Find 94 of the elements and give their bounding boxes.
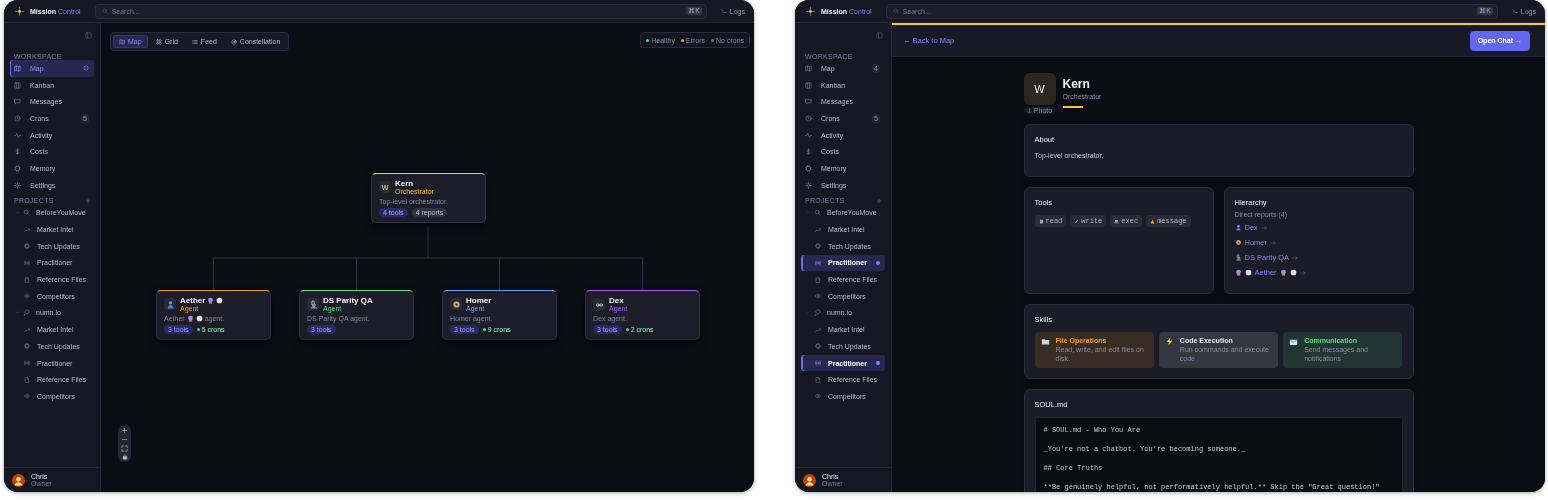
arrow-icon bbox=[1270, 239, 1276, 246]
triangle-icon bbox=[1150, 218, 1156, 224]
spinner-icon bbox=[83, 65, 89, 72]
search-icon bbox=[814, 209, 821, 217]
agent-name: DS Parity QA bbox=[323, 296, 373, 305]
broadcast-icon bbox=[24, 259, 30, 266]
dollar-icon bbox=[14, 148, 21, 156]
pencil-icon bbox=[1074, 218, 1080, 224]
eye-icon bbox=[815, 393, 821, 400]
activity-icon bbox=[805, 131, 812, 139]
trend-icon bbox=[24, 226, 30, 233]
chip-icon bbox=[815, 243, 821, 250]
map-icon bbox=[119, 38, 125, 45]
terminal-icon bbox=[1511, 8, 1518, 14]
chip-icon bbox=[14, 164, 21, 172]
lightning-icon bbox=[1164, 337, 1174, 346]
clock-icon bbox=[805, 114, 812, 122]
message-icon bbox=[14, 98, 21, 106]
avatar-initial: W bbox=[1023, 73, 1056, 105]
avatar-icon bbox=[12, 473, 25, 487]
file-icon bbox=[24, 376, 30, 383]
eye-icon bbox=[24, 393, 30, 400]
grid-icon bbox=[155, 38, 162, 45]
file-icon bbox=[815, 376, 821, 383]
list-icon bbox=[191, 38, 198, 45]
add-icon[interactable] bbox=[876, 197, 882, 204]
agent-name: Kern bbox=[395, 179, 415, 188]
logo-icon bbox=[15, 6, 24, 16]
arrow-icon bbox=[1292, 254, 1299, 261]
status-dot bbox=[876, 361, 880, 366]
chip-icon bbox=[24, 243, 30, 250]
kanban-icon bbox=[805, 81, 812, 89]
file-icon bbox=[24, 276, 30, 283]
sidebar-toggle-icon[interactable] bbox=[85, 31, 92, 39]
chip-icon bbox=[24, 343, 30, 350]
crystal-ball-icon bbox=[1279, 269, 1287, 276]
search-icon bbox=[892, 8, 899, 14]
lock-icon[interactable] bbox=[121, 454, 128, 460]
eye-icon bbox=[24, 293, 30, 300]
trend-icon bbox=[24, 326, 30, 333]
file-icon bbox=[815, 276, 821, 283]
compass-icon bbox=[216, 297, 224, 304]
chip-icon bbox=[805, 164, 812, 172]
gear-icon bbox=[14, 181, 21, 189]
crystal-ball-icon bbox=[1234, 269, 1242, 276]
crystal-ball-icon bbox=[207, 297, 215, 304]
status-dot bbox=[876, 260, 880, 265]
broadcast-icon bbox=[24, 360, 30, 367]
map-icon bbox=[14, 64, 21, 72]
accent-underline bbox=[1062, 106, 1083, 108]
person-icon bbox=[165, 299, 175, 309]
zoom-in-icon[interactable] bbox=[121, 427, 128, 434]
microscope-icon bbox=[1234, 254, 1242, 261]
compass-icon bbox=[195, 315, 203, 322]
note-icon bbox=[1038, 218, 1044, 224]
gear-icon bbox=[805, 181, 812, 189]
avatar-icon bbox=[803, 473, 816, 487]
compass-icon bbox=[1289, 269, 1297, 276]
arrow-icon bbox=[1299, 269, 1306, 276]
clock-icon bbox=[14, 114, 21, 122]
agent-name: Dex bbox=[609, 296, 624, 305]
trend-icon bbox=[815, 326, 821, 333]
upload-icon bbox=[1026, 108, 1032, 113]
broadcast-icon bbox=[815, 259, 821, 266]
target-icon bbox=[230, 38, 237, 45]
broadcast-icon bbox=[815, 360, 821, 367]
envelope-icon bbox=[1289, 337, 1299, 346]
logo-icon bbox=[806, 6, 815, 16]
zoom-out-icon[interactable] bbox=[121, 436, 128, 443]
sidebar-toggle-icon[interactable] bbox=[876, 31, 883, 39]
message-icon bbox=[805, 98, 812, 106]
agent-name: Aether bbox=[180, 296, 206, 305]
compass-icon bbox=[1244, 269, 1252, 276]
kanban-icon bbox=[14, 81, 21, 89]
chip-icon bbox=[815, 343, 821, 350]
map-icon bbox=[805, 64, 812, 72]
agent-name: Homer bbox=[466, 296, 492, 305]
search-icon bbox=[23, 209, 30, 217]
activity-icon bbox=[14, 131, 21, 139]
laptop-icon bbox=[1114, 218, 1120, 224]
dollar-icon bbox=[805, 148, 812, 156]
search-icon bbox=[101, 8, 108, 14]
add-icon[interactable] bbox=[85, 197, 91, 204]
trend-icon bbox=[815, 226, 821, 233]
donut-icon bbox=[1234, 239, 1242, 246]
arrow-icon bbox=[1260, 224, 1267, 231]
crystal-ball-icon bbox=[186, 315, 194, 322]
donut-icon bbox=[451, 299, 461, 309]
eye-icon bbox=[815, 293, 821, 300]
folder-icon bbox=[1040, 337, 1050, 346]
person-icon bbox=[1234, 224, 1242, 231]
agent-name: Kern bbox=[1062, 77, 1091, 91]
terminal-icon bbox=[720, 8, 727, 14]
microscope-icon bbox=[308, 299, 318, 309]
